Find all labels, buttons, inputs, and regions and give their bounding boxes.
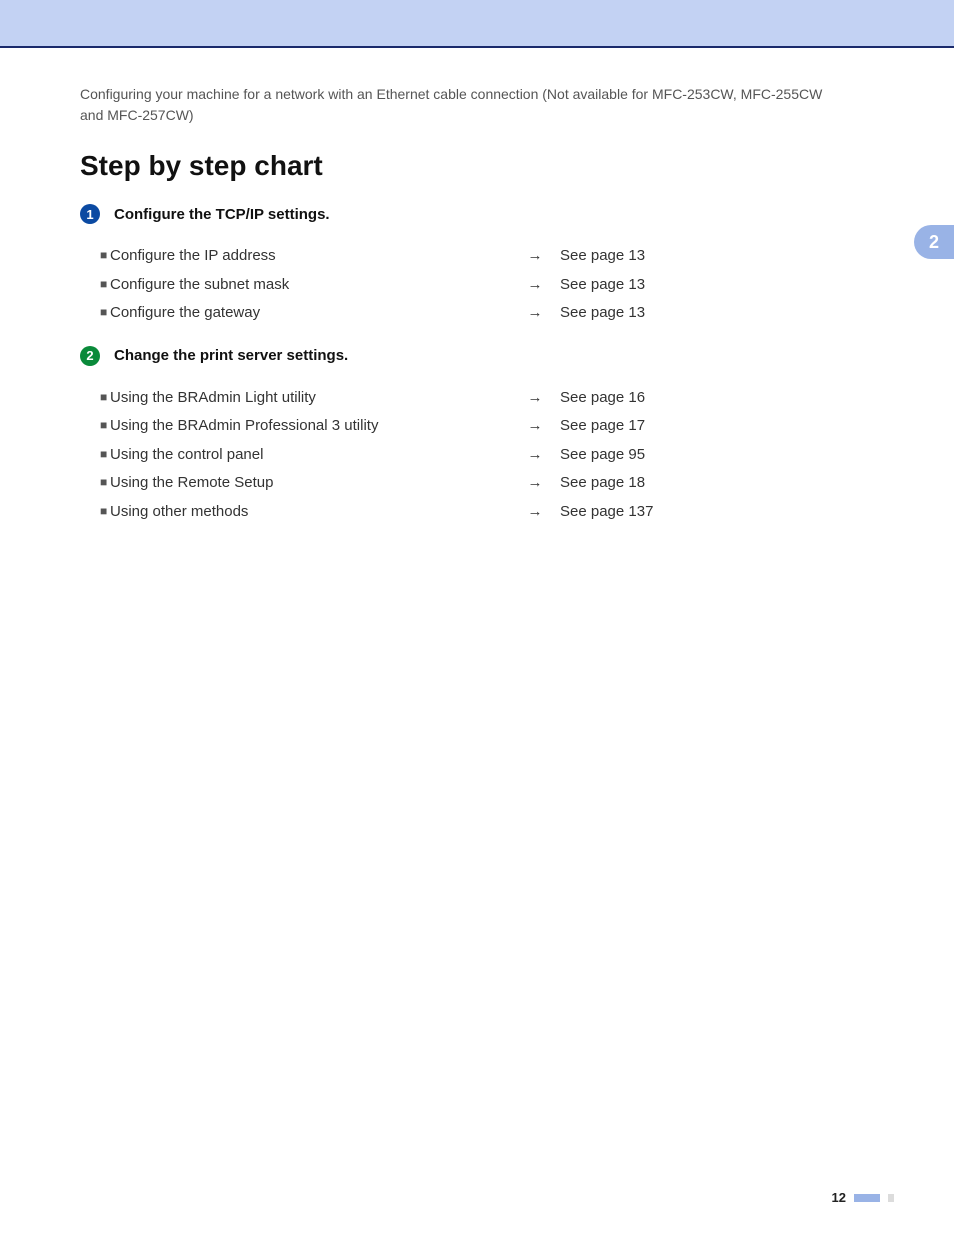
item-label: Using other methods [110, 498, 510, 527]
bullet-icon: ■ [100, 301, 110, 324]
step-badge-2: 2 [80, 346, 100, 366]
step-title-2: Change the print server settings. [114, 347, 348, 364]
list-item: ■ Using other methods → See page 137 [100, 498, 874, 527]
item-label: Configure the gateway [110, 299, 510, 328]
page-ref: See page 137 [560, 498, 700, 527]
page-number: 12 [832, 1190, 846, 1205]
list-item: ■ Using the control panel → See page 95 [100, 441, 874, 470]
arrow-icon: → [510, 412, 560, 441]
bullet-icon: ■ [100, 500, 110, 523]
step-2-rows: ■ Using the BRAdmin Light utility → See … [100, 384, 874, 527]
item-label: Using the control panel [110, 441, 510, 470]
arrow-icon: → [510, 271, 560, 300]
footer-accent-bar-2 [888, 1194, 894, 1202]
bullet-icon: ■ [100, 273, 110, 296]
page-ref: See page 13 [560, 271, 700, 300]
arrow-icon: → [510, 299, 560, 328]
item-label: Using the Remote Setup [110, 469, 510, 498]
bullet-icon: ■ [100, 443, 110, 466]
step-title-1: Configure the TCP/IP settings. [114, 206, 330, 223]
page-ref: See page 13 [560, 299, 700, 328]
list-item: ■ Using the BRAdmin Professional 3 utili… [100, 412, 874, 441]
arrow-icon: → [510, 242, 560, 271]
step-1-rows: ■ Configure the IP address → See page 13… [100, 242, 874, 328]
list-item: ■ Configure the gateway → See page 13 [100, 299, 874, 328]
list-item: ■ Using the BRAdmin Light utility → See … [100, 384, 874, 413]
top-band [0, 0, 954, 48]
item-label: Configure the subnet mask [110, 271, 510, 300]
page-content: Configuring your machine for a network w… [0, 48, 954, 526]
step-header-2: 2 Change the print server settings. [80, 346, 874, 366]
page-ref: See page 13 [560, 242, 700, 271]
item-label: Using the BRAdmin Professional 3 utility [110, 412, 510, 441]
arrow-icon: → [510, 469, 560, 498]
list-item: ■ Using the Remote Setup → See page 18 [100, 469, 874, 498]
page-ref: See page 16 [560, 384, 700, 413]
bullet-icon: ■ [100, 471, 110, 494]
bullet-icon: ■ [100, 244, 110, 267]
list-item: ■ Configure the subnet mask → See page 1… [100, 271, 874, 300]
breadcrumb: Configuring your machine for a network w… [80, 84, 840, 126]
page-ref: See page 17 [560, 412, 700, 441]
step-badge-1: 1 [80, 204, 100, 224]
page-footer: 12 [832, 1190, 894, 1205]
bullet-icon: ■ [100, 386, 110, 409]
page-ref: See page 18 [560, 469, 700, 498]
arrow-icon: → [510, 498, 560, 527]
page-ref: See page 95 [560, 441, 700, 470]
bullet-icon: ■ [100, 414, 110, 437]
arrow-icon: → [510, 441, 560, 470]
arrow-icon: → [510, 384, 560, 413]
list-item: ■ Configure the IP address → See page 13 [100, 242, 874, 271]
item-label: Configure the IP address [110, 242, 510, 271]
step-header-1: 1 Configure the TCP/IP settings. [80, 204, 874, 224]
footer-accent-bar [854, 1194, 880, 1202]
item-label: Using the BRAdmin Light utility [110, 384, 510, 413]
page-title: Step by step chart [80, 150, 874, 182]
